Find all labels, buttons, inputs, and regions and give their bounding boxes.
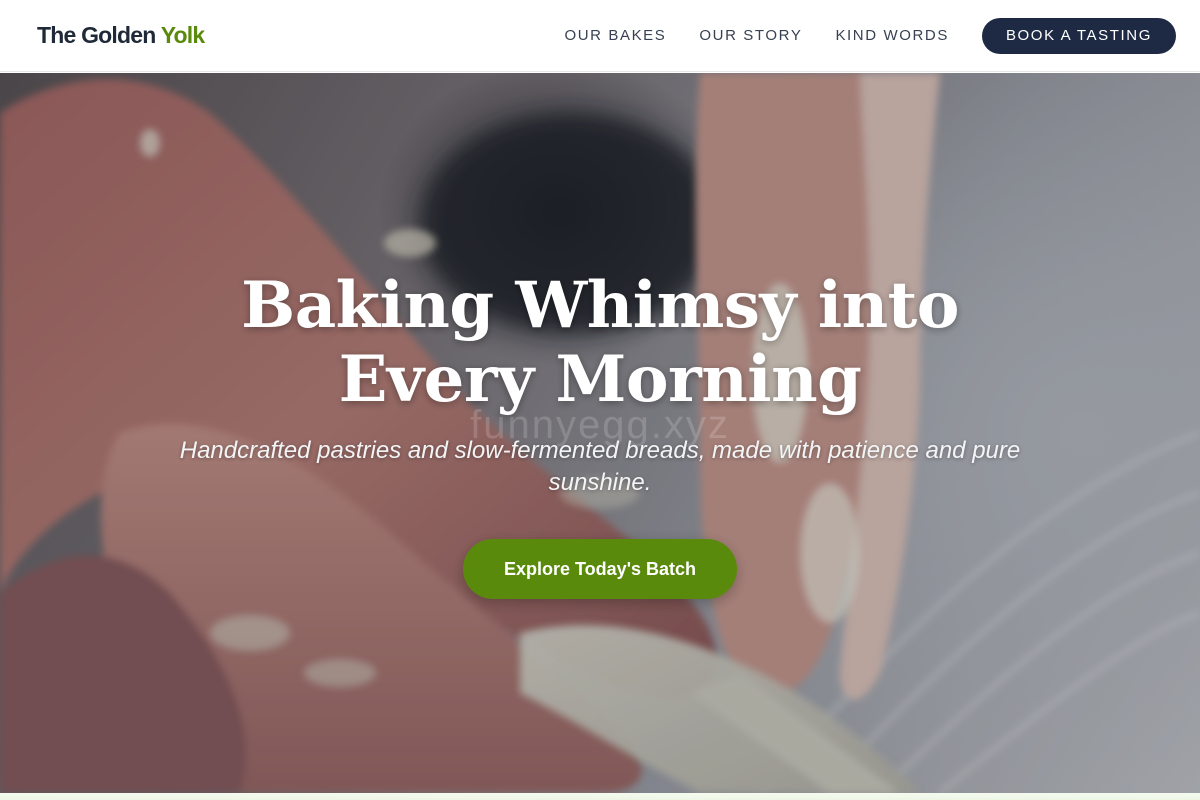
hero-title-line-1: Baking Whimsy into <box>241 268 959 343</box>
brand-logo[interactable]: The Golden Yolk <box>37 22 205 49</box>
main-nav: OUR BAKES OUR STORY KIND WORDS BOOK A TA… <box>564 17 1176 54</box>
hero-section: Baking Whimsy into Every Morning funnyeg… <box>0 73 1200 793</box>
book-tasting-button[interactable]: BOOK A TASTING <box>981 17 1176 54</box>
next-section-edge <box>0 793 1200 800</box>
explore-batch-button[interactable]: Explore Today's Batch <box>463 539 737 599</box>
nav-link-our-bakes[interactable]: OUR BAKES <box>564 27 666 44</box>
brand-name-text: The Golden <box>37 22 161 48</box>
hero-content: Baking Whimsy into Every Morning funnyeg… <box>0 73 1200 793</box>
nav-link-our-story[interactable]: OUR STORY <box>699 27 802 44</box>
hero-title: Baking Whimsy into Every Morning <box>150 269 1050 417</box>
nav-link-kind-words[interactable]: KIND WORDS <box>835 27 949 44</box>
site-header: The Golden Yolk OUR BAKES OUR STORY KIND… <box>0 0 1200 72</box>
brand-name-accent: Yolk <box>160 22 205 48</box>
hero-subtitle: Handcrafted pastries and slow-fermented … <box>179 437 1021 496</box>
